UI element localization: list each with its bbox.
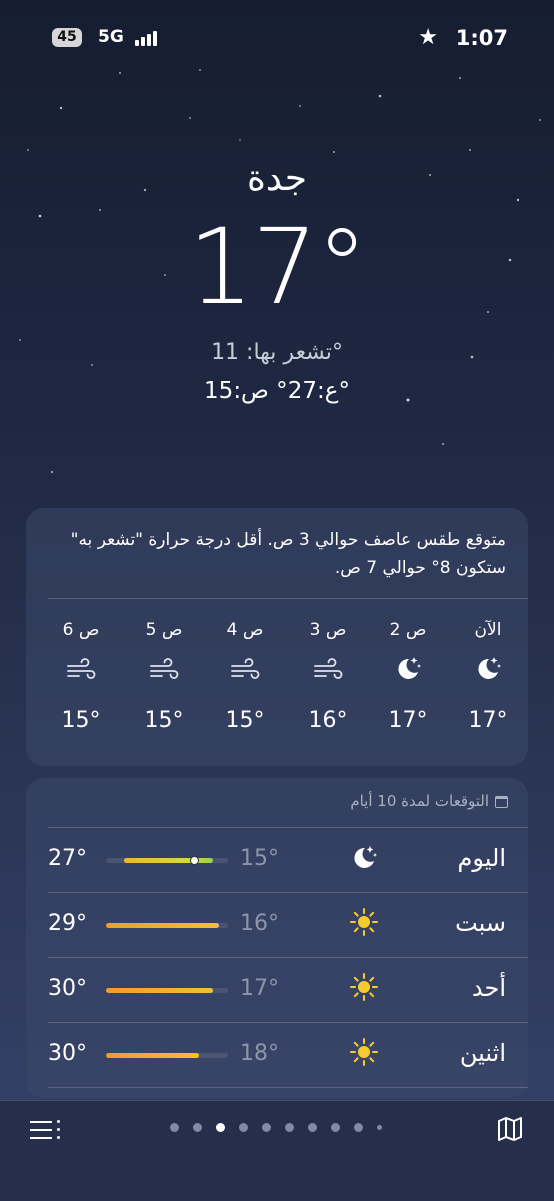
page-dot[interactable] <box>331 1123 340 1132</box>
wind-icon <box>215 650 275 700</box>
sun-icon <box>344 972 384 1009</box>
network-type: 5G <box>98 27 124 47</box>
hour-temp: 17° <box>388 708 428 733</box>
forecast-title-text: التوقعات لمدة 10 أيام <box>350 792 489 810</box>
temperature-range-bar <box>106 988 228 993</box>
page-dot[interactable] <box>170 1123 179 1132</box>
hour-temp: 17° <box>468 708 508 733</box>
range-fill <box>106 923 220 928</box>
page-dot[interactable] <box>377 1125 382 1130</box>
hour-temp: 16° <box>308 708 348 733</box>
city-name: جدة <box>246 158 307 199</box>
range-fill <box>106 1053 199 1058</box>
moon-stars-icon <box>458 650 518 700</box>
weather-summary: متوقع طقس عاصف حوالي 3 ص. أقل درجة حرارة… <box>70 530 506 578</box>
hour-label: 5 ص <box>145 620 183 640</box>
battery-indicator: 45 <box>52 28 82 47</box>
wind-icon <box>298 650 358 700</box>
hour-label: الآن <box>474 620 502 640</box>
moon-stars-icon <box>344 842 384 879</box>
page-dot[interactable] <box>308 1123 317 1132</box>
bottom-toolbar <box>0 1100 554 1201</box>
signal-strength-icon <box>135 30 161 46</box>
temperature-range-bar <box>106 923 228 928</box>
sun-icon <box>344 1037 384 1074</box>
forecast-row[interactable]: سبت 16° 29° <box>26 893 528 957</box>
hour-label: 2 ص <box>389 620 427 640</box>
hour-temp: 15° <box>225 708 265 733</box>
forecast-row[interactable]: أحد 17° 30° <box>26 958 528 1022</box>
page-indicator[interactable] <box>170 1123 390 1133</box>
forecast-row[interactable]: اثنين 18° 30° <box>26 1023 528 1087</box>
forecast-title: التوقعات لمدة 10 أيام <box>350 792 508 810</box>
range-fill <box>124 858 214 863</box>
page-dot[interactable] <box>285 1123 294 1132</box>
hourly-item: 3 ص 16° <box>298 620 358 733</box>
forecast-row[interactable]: اليوم 15° 27° <box>26 828 528 892</box>
day-name: أحد <box>471 974 506 1002</box>
hour-label: 3 ص <box>309 620 347 640</box>
low-temp: 18° <box>240 1041 279 1066</box>
hourly-item: 2 ص 17° <box>378 620 438 733</box>
map-icon[interactable] <box>496 1115 524 1143</box>
high-temp: 27° <box>48 846 87 871</box>
hourly-item: الآن 17° <box>458 620 518 733</box>
low-temp: 15° <box>240 846 279 871</box>
page-dot[interactable] <box>193 1123 202 1132</box>
wind-icon <box>134 650 194 700</box>
moon-stars-icon <box>378 650 438 700</box>
page-dot[interactable] <box>354 1123 363 1132</box>
hourly-item: 5 ص 15° <box>134 620 194 733</box>
page-dot-current[interactable] <box>216 1123 225 1132</box>
city-list-icon[interactable] <box>30 1119 60 1141</box>
page-dot[interactable] <box>239 1123 248 1132</box>
low-temp: 16° <box>240 911 279 936</box>
hourly-item: 6 ص 15° <box>51 620 111 733</box>
row-divider <box>48 1087 528 1088</box>
calendar-icon <box>495 796 508 808</box>
day-name: اليوم <box>457 844 506 872</box>
wind-icon <box>51 650 111 700</box>
hourly-forecast-card[interactable]: متوقع طقس عاصف حوالي 3 ص. أقل درجة حرارة… <box>26 508 528 766</box>
hour-temp: 15° <box>144 708 184 733</box>
hourly-item: 4 ص 15° <box>215 620 275 733</box>
card-divider <box>48 598 528 599</box>
page-dot[interactable] <box>262 1123 271 1132</box>
temperature-range-bar <box>106 1053 228 1058</box>
star-icon: ★ <box>418 25 438 50</box>
hour-temp: 15° <box>61 708 101 733</box>
high-temp: 29° <box>48 911 87 936</box>
status-time: 1:07 <box>455 26 508 50</box>
status-bar: 45 5G ★ 1:07 <box>0 24 554 54</box>
high-temp: 30° <box>48 976 87 1001</box>
current-temperature: 17° <box>187 206 368 328</box>
feels-like: تشعر بها: 11° <box>211 340 343 365</box>
sun-icon <box>344 907 384 944</box>
hour-label: 6 ص <box>62 620 100 640</box>
day-name: سبت <box>455 909 506 937</box>
temperature-range-bar <box>106 856 228 865</box>
high-temp: 30° <box>48 1041 87 1066</box>
ten-day-forecast-card[interactable]: التوقعات لمدة 10 أيام اليوم 15° 27° سبت 1… <box>26 778 528 1098</box>
range-fill <box>106 988 214 993</box>
low-temp: 17° <box>240 976 279 1001</box>
high-low-temperature: ع:27° ص:15° <box>204 378 350 404</box>
hour-label: 4 ص <box>226 620 264 640</box>
current-temp-marker <box>189 856 199 865</box>
day-name: اثنين <box>459 1039 506 1067</box>
